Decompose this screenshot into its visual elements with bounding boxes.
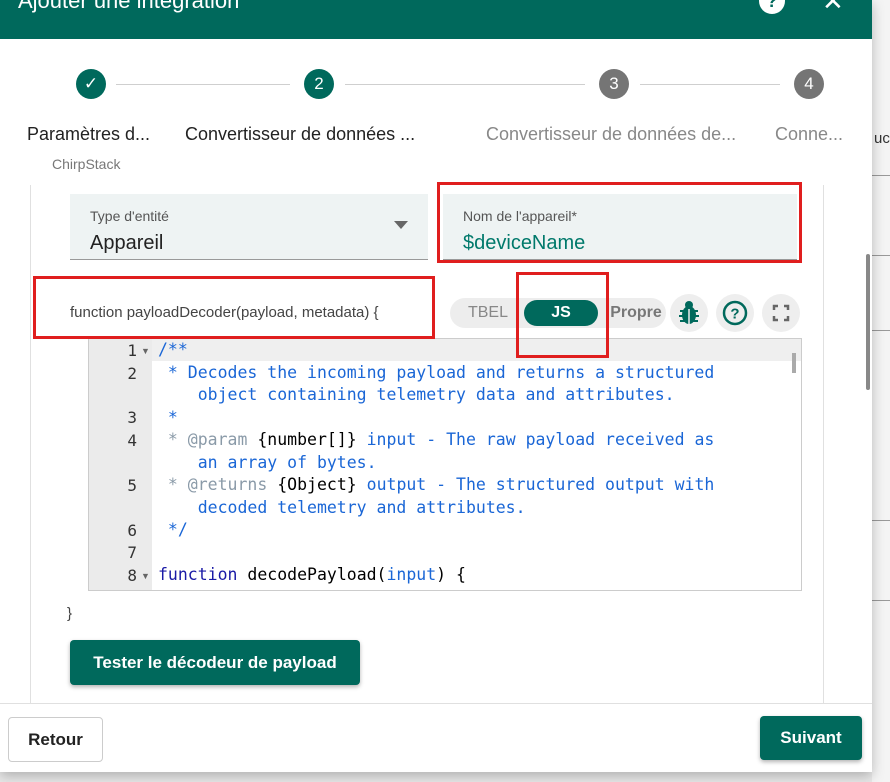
code-token: function — [158, 565, 238, 584]
background-line — [872, 600, 890, 601]
back-button[interactable]: Retour — [8, 717, 103, 762]
code-line: function decodePayload(input) { — [158, 565, 466, 584]
help-button[interactable]: ? — [716, 294, 754, 332]
step-2-indicator[interactable]: 2 — [304, 69, 334, 99]
line-number: 7 — [127, 543, 137, 562]
fullscreen-icon — [772, 304, 790, 322]
background-line — [872, 330, 890, 331]
code-line: object containing telemetry data and att… — [158, 385, 675, 404]
highlight-box-device-name — [437, 182, 802, 263]
dialog-footer: Retour Suivant — [0, 703, 872, 772]
fold-arrow-icon[interactable]: ▼ — [141, 571, 150, 581]
background-dashboard: uc — [872, 0, 890, 782]
step-4-label[interactable]: Conne... — [775, 124, 843, 145]
line-number: 8 — [127, 566, 137, 585]
code-line: * @returns {Object} output - The structu… — [158, 475, 714, 494]
code-token: input — [386, 565, 437, 584]
code-token: * @param — [158, 430, 258, 449]
code-line: * @param {number[]} input - The raw payl… — [158, 430, 714, 449]
fold-arrow-icon[interactable]: ▼ — [141, 346, 150, 356]
help-circle-icon: ? — [722, 300, 748, 326]
step-3-label[interactable]: Convertisseur de données de... — [486, 124, 736, 145]
code-line: * Decodes the incoming payload and retur… — [158, 363, 715, 382]
step-connector — [345, 84, 585, 85]
background-line — [872, 175, 890, 176]
background-line — [872, 255, 890, 256]
line-number: 1 — [127, 341, 137, 360]
entity-type-value: Appareil — [90, 232, 164, 254]
code-line: */ — [158, 520, 188, 539]
code-line: decoded telemetry and attributes. — [158, 498, 526, 517]
add-integration-dialog: Ajouter une intégration ? ✕ ✓ 2 3 4 Para… — [0, 0, 872, 772]
code-line: /** — [158, 340, 188, 359]
code-token: ) { — [436, 565, 466, 584]
step-2-label[interactable]: Convertisseur de données ... — [185, 124, 415, 145]
fullscreen-button[interactable] — [762, 294, 800, 332]
svg-text:?: ? — [730, 306, 739, 323]
step-1-check-icon[interactable]: ✓ — [76, 69, 106, 99]
line-number: 6 — [127, 521, 137, 540]
help-icon[interactable]: ? — [759, 0, 785, 14]
close-icon[interactable]: ✕ — [822, 0, 844, 17]
line-number: 3 — [127, 408, 137, 427]
next-button[interactable]: Suivant — [760, 716, 862, 760]
entity-type-select[interactable]: Type d'entité Appareil — [70, 194, 428, 260]
highlight-box-function-signature — [33, 276, 435, 339]
code-token: input - The raw payload received as — [356, 430, 715, 449]
active-line-highlight — [89, 339, 801, 361]
background-line — [872, 520, 890, 521]
code-editor[interactable]: 1 ▼ 2 3 4 5 6 7 8 ▼ /** * Decodes the in… — [88, 338, 802, 591]
editor-scrollbar[interactable] — [792, 353, 796, 373]
function-closing-brace: } — [67, 605, 73, 622]
test-decoder-button[interactable]: Tester le décodeur de payload — [70, 640, 360, 685]
code-token: {Object} — [277, 475, 357, 494]
code-token: {number[]} — [257, 430, 357, 449]
code-line: an array of bytes. — [158, 453, 377, 472]
code-line: * — [158, 408, 178, 427]
step-1-sublabel: ChirpStack — [52, 156, 121, 172]
dropdown-arrow-icon — [394, 221, 408, 229]
tbel-toggle[interactable]: TBEL — [450, 298, 526, 328]
code-token: output - The structured output with — [356, 475, 715, 494]
line-number: 2 — [127, 364, 137, 383]
background-text: uc — [874, 130, 890, 147]
dialog-scrollbar[interactable] — [866, 254, 870, 390]
dialog-title: Ajouter une intégration — [18, 0, 240, 13]
entity-type-label: Type d'entité — [90, 208, 169, 224]
bug-icon — [679, 301, 699, 324]
step-connector — [640, 84, 780, 85]
propre-toggle[interactable]: Propre — [606, 298, 666, 328]
line-number: 4 — [127, 431, 137, 450]
step-connector — [116, 84, 290, 85]
step-1-label[interactable]: Paramètres d... — [27, 124, 150, 145]
debug-button[interactable] — [670, 294, 708, 332]
step-3-indicator[interactable]: 3 — [599, 69, 629, 99]
step-4-indicator[interactable]: 4 — [794, 69, 824, 99]
highlight-box-js-toggle — [516, 272, 609, 358]
line-number: 5 — [127, 476, 137, 495]
code-token: * @returns — [158, 475, 278, 494]
dialog-header: Ajouter une intégration ? ✕ — [0, 0, 872, 39]
code-token: decodePayload( — [237, 565, 387, 584]
